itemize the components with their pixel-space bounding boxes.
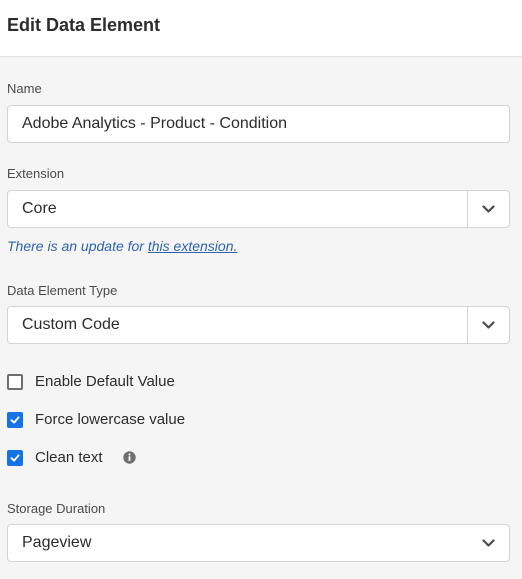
update-notice-text: There is an update for [7,238,148,254]
extension-select-value: Core [22,200,57,217]
storage-duration-value: Pageview [22,534,92,551]
extension-label: Extension [7,166,65,181]
name-input[interactable]: Adobe Analytics - Product - Condition [7,105,510,143]
name-label: Name [7,81,42,96]
enable-default-value-label: Enable Default Value [35,373,175,390]
page-title: Edit Data Element [7,15,161,35]
type-select[interactable]: Custom Code [7,306,510,344]
type-select-value: Custom Code [22,316,120,333]
extension-update-notice: There is an update for this extension. [7,238,237,254]
type-label: Data Element Type [7,283,118,298]
force-lowercase-label: Force lowercase value [35,411,186,428]
info-icon[interactable] [123,451,136,464]
chevron-down-icon[interactable] [482,204,495,214]
clean-text-checkbox[interactable] [7,450,23,466]
update-extension-link[interactable]: this extension. [148,238,238,254]
panel-header: Edit Data Element [0,0,522,57]
chevron-down-icon[interactable] [482,538,495,548]
enable-default-value-checkbox[interactable] [7,374,23,390]
select-divider [467,191,468,227]
force-lowercase-checkbox[interactable] [7,412,23,428]
clean-text-label: Clean text [35,449,103,466]
checkmark-icon [10,416,20,424]
select-divider [467,307,468,343]
extension-select[interactable]: Core [7,190,510,228]
storage-duration-label: Storage Duration [7,501,106,516]
storage-duration-select[interactable]: Pageview [7,524,510,562]
chevron-down-icon[interactable] [482,320,495,330]
checkmark-icon [10,454,20,462]
